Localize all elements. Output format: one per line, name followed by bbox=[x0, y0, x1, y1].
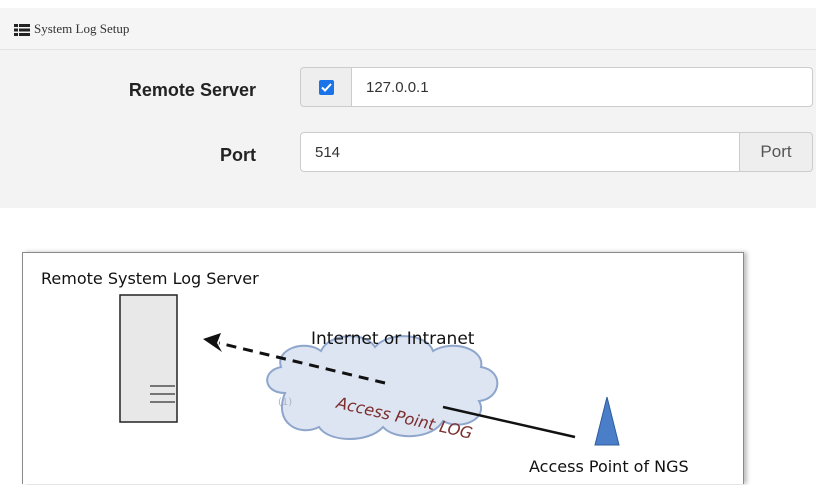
remote-server-checkbox[interactable] bbox=[318, 79, 334, 95]
access-point-icon bbox=[594, 396, 620, 446]
remote-server-checkbox-addon bbox=[300, 67, 352, 107]
port-group: 514 Port bbox=[300, 132, 813, 172]
ap-label: Access Point of NGS bbox=[529, 457, 689, 476]
server-icon bbox=[119, 294, 178, 423]
panel-heading: System Log Setup bbox=[0, 8, 816, 50]
port-label: Port bbox=[220, 145, 256, 165]
port-input[interactable]: 514 bbox=[300, 132, 740, 172]
remote-server-input[interactable]: 127.0.0.1 bbox=[352, 67, 813, 107]
list-icon bbox=[14, 23, 30, 36]
port-addon: Port bbox=[740, 132, 813, 172]
network-label: Internet or Intranet bbox=[311, 329, 475, 349]
svg-text:(1): (1) bbox=[278, 397, 292, 408]
panel-title: System Log Setup bbox=[34, 20, 130, 36]
diagram-graphics: (1) bbox=[119, 294, 620, 446]
remote-server-group: 127.0.0.1 bbox=[300, 67, 813, 107]
system-log-panel: System Log Setup Remote Server 127.0.0.1… bbox=[0, 8, 816, 208]
checkmark-icon bbox=[320, 82, 332, 92]
remote-server-label: Remote Server bbox=[128, 80, 256, 100]
syslog-diagram: Remote System Log Server (1) Internet or… bbox=[22, 252, 744, 484]
